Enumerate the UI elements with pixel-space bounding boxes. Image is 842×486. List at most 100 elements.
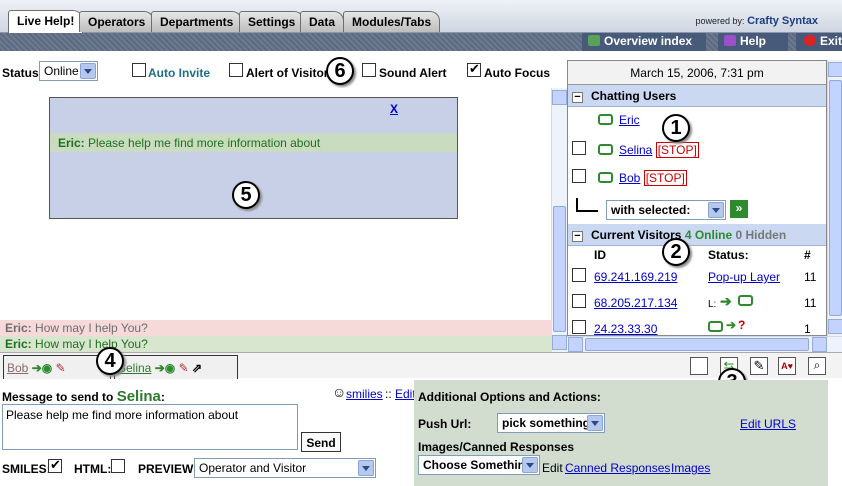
sound-alert-checkbox[interactable] bbox=[362, 63, 376, 77]
smiley-icon: ☺ bbox=[332, 384, 347, 400]
callout-4: 4 bbox=[96, 347, 124, 375]
visitor-checkbox[interactable] bbox=[572, 320, 586, 334]
status-label: Status: bbox=[2, 66, 43, 80]
visitors-online-count: 4 Online bbox=[684, 228, 733, 242]
send-button[interactable]: Send bbox=[301, 432, 341, 452]
user-row-bob: Bob [STOP] bbox=[598, 170, 687, 195]
operator-tab-selina[interactable]: Selina ➔◉ ✎ ⇗ bbox=[114, 355, 238, 379]
overview-label: Overview index bbox=[604, 34, 693, 48]
stop-link[interactable]: [STOP] bbox=[655, 142, 699, 158]
visitor-count: 11 bbox=[804, 270, 817, 284]
canned-responses-link[interactable]: Canned Responses bbox=[565, 461, 670, 475]
tab-live-help[interactable]: Live Help! bbox=[8, 10, 84, 33]
chat-scrollbar[interactable] bbox=[551, 88, 567, 352]
canned-select[interactable]: Choose Something bbox=[418, 455, 540, 475]
popout-icon[interactable]: ⇗ bbox=[192, 361, 202, 375]
chat-bubble-icon bbox=[708, 321, 723, 332]
arrow-right-icon: ➔ bbox=[720, 293, 732, 309]
visitor-ip-link[interactable]: 68.205.217.134 bbox=[594, 296, 677, 310]
user-link[interactable]: Eric bbox=[619, 113, 640, 127]
tab-departments[interactable]: Departments bbox=[151, 11, 243, 32]
glasses-icon bbox=[588, 35, 600, 46]
html-checkbox[interactable] bbox=[111, 459, 125, 473]
brand-name: Crafty Syntax bbox=[747, 15, 818, 27]
push-url-select[interactable]: pick something: bbox=[497, 413, 605, 433]
tab-operators[interactable]: Operators bbox=[79, 11, 155, 32]
scroll-left-button[interactable] bbox=[568, 337, 583, 352]
popup-close-link[interactable]: X bbox=[390, 102, 398, 116]
message-text: Please help me find more information abo… bbox=[6, 408, 239, 422]
auto-invite-label[interactable]: Auto Invite bbox=[148, 66, 210, 80]
help-book-icon bbox=[724, 35, 736, 46]
auto-focus-checkbox[interactable] bbox=[467, 61, 481, 77]
status-select[interactable]: Online bbox=[39, 61, 98, 81]
help-label: Help bbox=[740, 34, 767, 48]
collapse-icon[interactable]: − bbox=[572, 92, 583, 103]
visitor-checkbox[interactable] bbox=[572, 294, 586, 308]
chat-line: Eric: How may I help You? bbox=[0, 336, 552, 352]
message-label-prefix: Message to send to bbox=[2, 390, 114, 404]
stop-link[interactable]: [STOP] bbox=[643, 170, 687, 186]
visitor-checkbox[interactable] bbox=[572, 268, 586, 282]
go-button[interactable]: » bbox=[730, 200, 748, 218]
overview-link[interactable]: Overview index bbox=[582, 33, 706, 51]
preview-select[interactable]: Operator and Visitor bbox=[194, 458, 376, 478]
operator-tab-bob[interactable]: Bob ➔◉ ✎ bbox=[3, 355, 111, 379]
options-title: Additional Options and Actions: bbox=[418, 390, 601, 404]
alert-visitors-checkbox[interactable] bbox=[229, 63, 243, 77]
exit-link[interactable]: Exit bbox=[796, 33, 842, 51]
scroll-down-button[interactable] bbox=[828, 319, 842, 334]
message-textarea[interactable]: Please help me find more information abo… bbox=[2, 404, 298, 450]
panel-scrollbar[interactable] bbox=[827, 60, 842, 336]
scroll-down-button[interactable] bbox=[552, 335, 567, 350]
scroll-up-button[interactable] bbox=[552, 90, 567, 105]
top-tab-bar: Live Help! Operators Departments Setting… bbox=[0, 0, 842, 33]
collapse-icon[interactable]: − bbox=[572, 231, 583, 242]
chevron-down-icon bbox=[587, 415, 603, 431]
exit-label: Exit bbox=[820, 34, 842, 48]
visitors-hidden-count: 0 Hidden bbox=[735, 228, 787, 242]
question-icon: ? bbox=[738, 318, 746, 332]
visitor-ip-link[interactable]: 69.241.169.219 bbox=[594, 270, 677, 284]
with-selected-select[interactable]: with selected: bbox=[606, 200, 726, 220]
scroll-right-button[interactable] bbox=[812, 337, 827, 352]
callout-1: 1 bbox=[662, 114, 690, 142]
callout-6: 6 bbox=[326, 57, 354, 85]
smiles-checkbox[interactable] bbox=[48, 457, 62, 473]
user-link[interactable]: Bob bbox=[619, 171, 640, 185]
operator-tab-name[interactable]: Bob bbox=[7, 361, 28, 375]
search-page-icon[interactable]: ⌕ bbox=[808, 357, 826, 375]
status-row: Status: Online Auto Invite Alert of Visi… bbox=[0, 60, 552, 84]
tab-data[interactable]: Data bbox=[300, 11, 345, 32]
powered-by-logo: powered by: Crafty Syntax bbox=[696, 15, 818, 27]
help-link[interactable]: Help bbox=[718, 33, 788, 51]
new-page-icon[interactable] bbox=[690, 357, 708, 375]
auto-invite-checkbox[interactable] bbox=[132, 63, 146, 77]
chatting-users-header: − Chatting Users bbox=[568, 85, 826, 107]
images-link[interactable]: Images bbox=[671, 461, 710, 475]
edit-notes-icon[interactable]: ✎ bbox=[750, 357, 768, 375]
arrow-eye-icon: ➔◉ bbox=[154, 361, 176, 375]
user-checkbox[interactable] bbox=[572, 169, 586, 183]
scroll-thumb[interactable] bbox=[553, 206, 566, 332]
panel-hscrollbar[interactable] bbox=[567, 336, 842, 352]
hscroll-thumb[interactable] bbox=[585, 338, 809, 351]
scroll-thumb[interactable] bbox=[829, 80, 842, 316]
with-selected-value: with selected: bbox=[611, 203, 691, 217]
popup-layer-link[interactable]: Pop-up Layer bbox=[708, 270, 780, 284]
user-row-selina: Selina [STOP] bbox=[598, 142, 699, 167]
scroll-up-button[interactable] bbox=[828, 62, 842, 77]
canned-value: Choose Something bbox=[423, 458, 533, 472]
smilies-edit-link[interactable]: Edit bbox=[395, 387, 416, 401]
tab-modules[interactable]: Modules/Tabs bbox=[343, 11, 441, 32]
tab-settings[interactable]: Settings bbox=[239, 11, 305, 32]
col-status: Status: bbox=[708, 248, 749, 262]
user-checkbox[interactable] bbox=[572, 141, 586, 155]
edit-urls-link[interactable]: Edit URLS bbox=[740, 417, 796, 431]
callout-2: 2 bbox=[662, 238, 690, 266]
smilies-link[interactable]: smilies bbox=[346, 387, 383, 401]
user-link[interactable]: Selina bbox=[619, 143, 652, 157]
font-settings-icon[interactable]: A♥ bbox=[778, 357, 796, 375]
visitor-ip-link[interactable]: 24.23.33.30 bbox=[594, 322, 657, 335]
message-label-suffix: : bbox=[160, 390, 165, 404]
